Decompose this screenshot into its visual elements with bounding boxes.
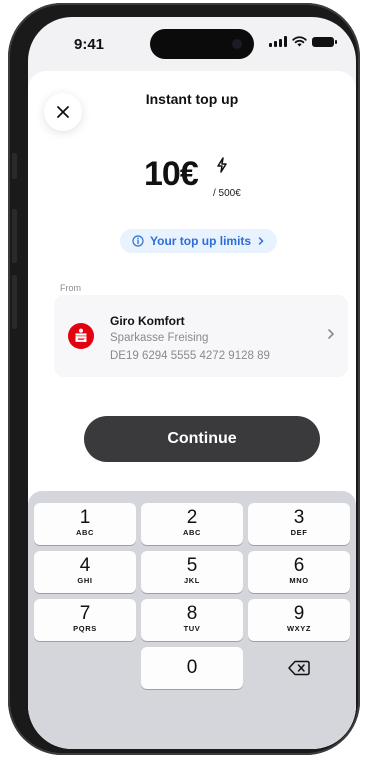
key-letters: TUV: [183, 624, 201, 633]
source-account-card[interactable]: Giro Komfort Sparkasse Freising DE19 629…: [54, 295, 348, 377]
key-number: 0: [186, 657, 198, 678]
keypad-key-7[interactable]: 7 PQRS: [34, 599, 136, 641]
amount-limit: / 500€: [213, 188, 241, 199]
key-number: 1: [79, 507, 91, 528]
keypad-key-1[interactable]: 1 ABC: [34, 503, 136, 545]
key-number: 2: [186, 507, 198, 528]
numeric-keypad: 1 ABC 2 ABC 3 DEF 4 GHI 5 JKL 6 MNO 7 PQRS 8 TUV…: [28, 491, 356, 749]
key-letters: WXYZ: [286, 624, 312, 633]
status-time: 9:41: [74, 36, 105, 53]
key-number: 7: [79, 603, 91, 624]
status-bar: 9:41: [28, 17, 356, 65]
key-letters: MNO: [289, 576, 309, 585]
keypad-key-9[interactable]: 9 WXYZ: [248, 599, 350, 641]
chevron-right-icon: [258, 237, 264, 245]
page-title: Instant top up: [145, 91, 239, 107]
limits-link-label: Your top up limits: [150, 234, 252, 248]
close-icon: [57, 106, 69, 118]
account-iban: DE19 6294 5555 4272 9128 89: [110, 350, 270, 362]
cellular-signal-icon: [269, 36, 287, 47]
dynamic-island: [150, 29, 254, 59]
key-letters: ABC: [182, 528, 202, 537]
key-letters: ABC: [75, 528, 95, 537]
keypad-key-6[interactable]: 6 MNO: [248, 551, 350, 593]
key-letters: PQRS: [73, 624, 97, 633]
keypad-key-8[interactable]: 8 TUV: [141, 599, 243, 641]
top-up-limits-link[interactable]: Your top up limits: [120, 229, 278, 253]
battery-icon: [312, 36, 337, 47]
backspace-icon: [288, 660, 310, 676]
key-number: 5: [186, 555, 198, 576]
keypad-key-2[interactable]: 2 ABC: [141, 503, 243, 545]
key-number: 6: [293, 555, 305, 576]
key-number: 8: [186, 603, 198, 624]
sparkasse-logo-icon: [68, 323, 94, 349]
account-name: Giro Komfort: [110, 314, 185, 328]
wifi-icon: [292, 36, 307, 47]
bank-name: Sparkasse Freising: [110, 332, 209, 344]
volume-down-button: [12, 275, 17, 329]
keypad-key-3[interactable]: 3 DEF: [248, 503, 350, 545]
chevron-right-icon: [328, 329, 335, 339]
amount-display: 10€ / 500€: [28, 155, 356, 205]
system-icons: [269, 36, 337, 47]
volume-up-button: [12, 209, 17, 263]
keypad-key-4[interactable]: 4 GHI: [34, 551, 136, 593]
key-number: 3: [293, 507, 305, 528]
key-number: 4: [79, 555, 91, 576]
key-number: 9: [293, 603, 305, 624]
backspace-button[interactable]: [248, 647, 350, 689]
mute-switch: [12, 153, 17, 179]
key-letters: GHI: [77, 576, 93, 585]
screen: 9:41 Instant top up 10€ / 500€ Your top …: [28, 17, 356, 749]
amount-value: 10€: [144, 155, 199, 193]
from-label: From: [60, 283, 81, 293]
camera-icon: [232, 39, 242, 49]
lightning-bolt-icon: [217, 157, 227, 173]
key-letters: JKL: [184, 576, 200, 585]
keypad-key-0[interactable]: 0: [141, 647, 243, 689]
info-icon: [132, 235, 144, 247]
continue-button[interactable]: Continue: [84, 416, 320, 462]
phone-frame: 9:41 Instant top up 10€ / 500€ Your top …: [8, 3, 360, 755]
keypad-key-5[interactable]: 5 JKL: [141, 551, 243, 593]
key-letters: DEF: [290, 528, 308, 537]
